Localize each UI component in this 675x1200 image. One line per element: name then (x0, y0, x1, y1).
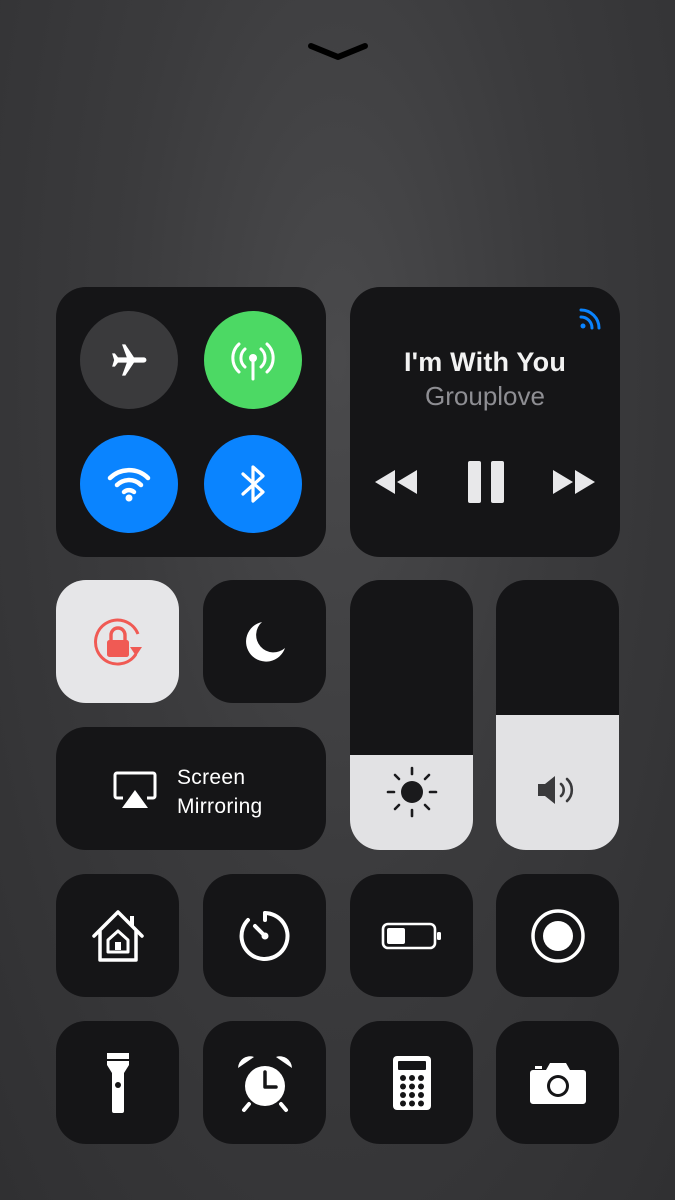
pause-icon[interactable] (467, 460, 505, 504)
wifi-icon (107, 467, 151, 502)
low-power-mode-button[interactable] (350, 874, 473, 997)
airplane-mode-toggle[interactable] (80, 311, 178, 409)
screen-mirroring-label-line1: Screen (177, 766, 246, 789)
camera-button[interactable] (496, 1021, 619, 1144)
bluetooth-toggle[interactable] (204, 435, 302, 533)
volume-slider[interactable] (496, 580, 619, 850)
fast-forward-icon[interactable] (551, 468, 597, 496)
now-playing-artist: Grouplove (425, 381, 545, 411)
airplane-icon (112, 344, 147, 376)
cellular-data-toggle[interactable] (204, 311, 302, 409)
timer-button[interactable] (203, 874, 326, 997)
chevron-down-icon[interactable] (305, 40, 371, 64)
bluetooth-icon (241, 465, 265, 503)
screen-mirroring-label: Screen Mirroring (177, 763, 263, 821)
moon-icon (245, 621, 285, 662)
airplay-screen-icon (113, 771, 157, 808)
speaker-icon (537, 776, 573, 804)
alarm-button[interactable] (203, 1021, 326, 1144)
home-button[interactable] (56, 874, 179, 997)
brightness-slider[interactable] (350, 580, 473, 850)
flashlight-button[interactable] (56, 1021, 179, 1144)
flashlight-icon (106, 1052, 129, 1113)
orientation-lock-toggle[interactable] (56, 580, 179, 703)
low-power-battery-icon (381, 922, 441, 949)
cellular-antenna-icon (231, 342, 275, 381)
screen-record-button[interactable] (496, 874, 619, 997)
alarm-clock-icon (237, 1055, 292, 1112)
screen-mirroring-label-line2: Mirroring (177, 795, 263, 818)
screen-record-icon (530, 908, 585, 963)
calculator-button[interactable] (350, 1021, 473, 1144)
rewind-icon[interactable] (373, 468, 419, 496)
sun-icon (386, 766, 437, 818)
calculator-icon (392, 1055, 431, 1110)
timer-icon (239, 910, 290, 961)
do-not-disturb-toggle[interactable] (203, 580, 326, 703)
wifi-toggle[interactable] (80, 435, 178, 533)
home-icon (91, 909, 144, 962)
camera-icon (529, 1062, 586, 1104)
now-playing-title: I'm With You (403, 347, 567, 377)
connectivity-module (56, 287, 326, 557)
airplay-audio-icon[interactable] (576, 300, 608, 332)
rotation-lock-icon (93, 618, 142, 666)
